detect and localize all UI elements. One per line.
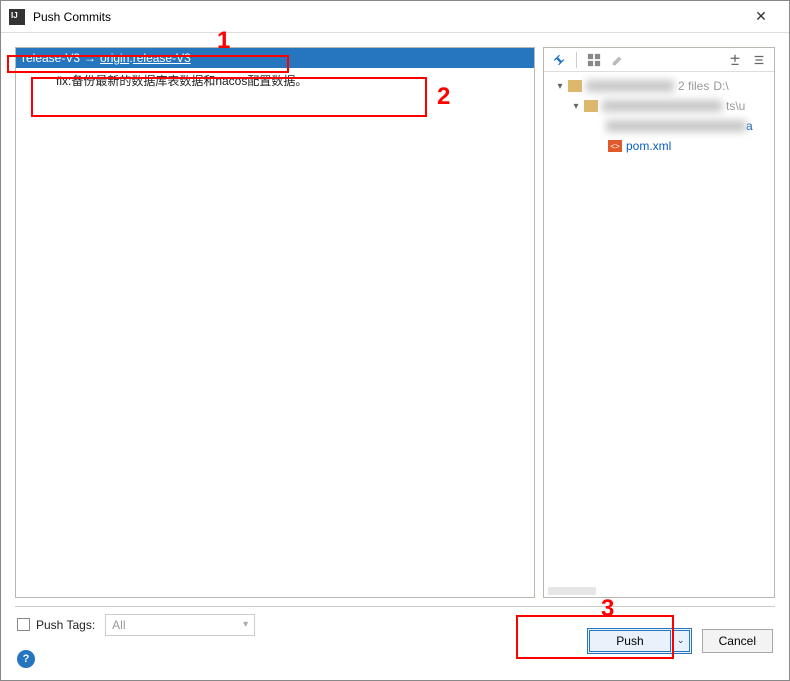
horizontal-scroll-hint[interactable] bbox=[548, 587, 596, 595]
help-button[interactable]: ? bbox=[17, 650, 35, 668]
push-commits-dialog: Push Commits ✕ 1 2 3 release-V3 → origin… bbox=[0, 0, 790, 681]
file-a-suffix: a bbox=[746, 119, 753, 133]
branch-row[interactable]: release-V3 → origin : release-V3 bbox=[16, 48, 534, 68]
push-button-group: Push ⌄ bbox=[587, 628, 691, 654]
push-dropdown-button[interactable]: ⌄ bbox=[672, 630, 690, 652]
tree-file-row[interactable]: <> pom.xml bbox=[546, 136, 772, 156]
window-title: Push Commits bbox=[33, 10, 741, 24]
expand-all-icon[interactable] bbox=[724, 50, 746, 70]
push-tags-label: Push Tags: bbox=[36, 618, 95, 632]
root-file-count: 2 files bbox=[678, 79, 709, 93]
commits-panel: release-V3 → origin : release-V3 fix:备份最… bbox=[15, 47, 535, 598]
push-button[interactable]: Push bbox=[589, 630, 670, 652]
remote-link[interactable]: origin bbox=[100, 51, 129, 65]
button-row: Push ⌄ Cancel bbox=[587, 628, 773, 654]
collapse-all-icon[interactable] bbox=[748, 50, 770, 70]
chevron-down-icon[interactable]: ▾ bbox=[570, 101, 582, 112]
push-tags-select[interactable]: All bbox=[105, 614, 255, 636]
group-icon[interactable] bbox=[583, 50, 605, 70]
files-tree[interactable]: ▾ 2 files D:\ ▾ ts\u a bbox=[544, 72, 774, 597]
titlebar: Push Commits ✕ bbox=[1, 1, 789, 33]
pin-icon[interactable] bbox=[548, 50, 570, 70]
bottom-bar: Push Tags: All ? Push ⌄ Cancel bbox=[15, 606, 775, 666]
redacted-root-name bbox=[586, 80, 674, 92]
folder-icon bbox=[584, 100, 598, 112]
tree-file-row[interactable]: a bbox=[546, 116, 772, 136]
sub-path-hint: ts\u bbox=[726, 99, 745, 113]
edit-icon[interactable] bbox=[607, 50, 629, 70]
chevron-down-icon[interactable]: ▾ bbox=[554, 81, 566, 92]
redacted-file-a bbox=[606, 120, 746, 132]
cancel-button[interactable]: Cancel bbox=[702, 629, 773, 653]
remote-branch-link[interactable]: release-V3 bbox=[133, 51, 191, 65]
tree-sub-row[interactable]: ▾ ts\u bbox=[546, 96, 772, 116]
root-path-hint: D:\ bbox=[713, 79, 728, 93]
main-row: release-V3 → origin : release-V3 fix:备份最… bbox=[15, 47, 775, 598]
toolbar-divider bbox=[576, 52, 577, 68]
folder-icon bbox=[568, 80, 582, 92]
redacted-sub-name bbox=[602, 100, 722, 112]
tree-root-row[interactable]: ▾ 2 files D:\ bbox=[546, 76, 772, 96]
files-toolbar bbox=[544, 48, 774, 72]
push-tags-checkbox[interactable] bbox=[17, 618, 30, 631]
xml-file-icon: <> bbox=[608, 140, 622, 152]
files-panel: ▾ 2 files D:\ ▾ ts\u a bbox=[543, 47, 775, 598]
arrow-icon: → bbox=[84, 51, 96, 65]
local-branch: release-V3 bbox=[22, 51, 80, 65]
file-name: pom.xml bbox=[626, 139, 671, 153]
commit-message[interactable]: fix:备份最新的数据库表数据和nacos配置数据。 bbox=[16, 68, 534, 93]
dialog-content: 1 2 3 release-V3 → origin : release-V3 f… bbox=[1, 33, 789, 680]
app-icon bbox=[9, 9, 25, 25]
close-button[interactable]: ✕ bbox=[741, 1, 781, 33]
